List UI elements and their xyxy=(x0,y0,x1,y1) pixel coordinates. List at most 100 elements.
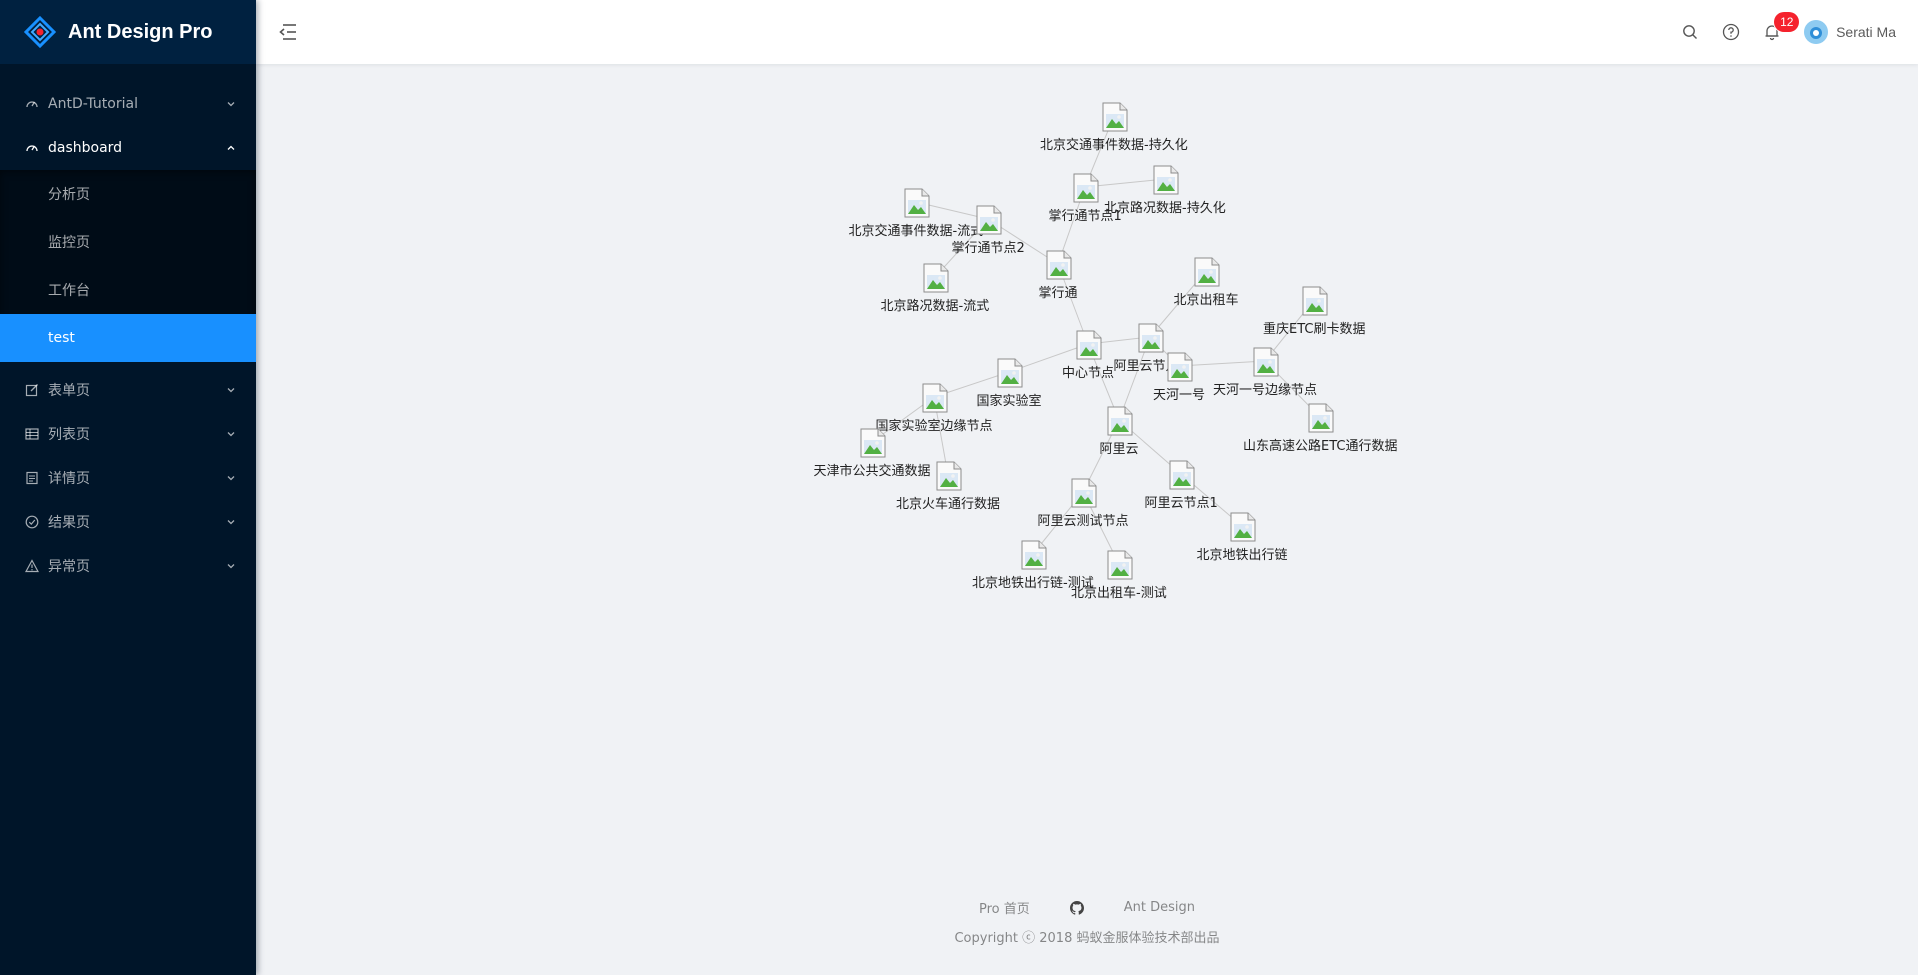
menu-fold-icon xyxy=(279,24,296,40)
chevron-up-icon xyxy=(226,143,236,153)
graph-node-label: 北京出租车-测试 xyxy=(1071,586,1167,601)
broken-image-icon xyxy=(921,383,949,413)
warning-icon xyxy=(24,558,40,574)
broken-image-icon xyxy=(1229,512,1257,542)
sidebar-item-monitor[interactable]: 监控页 xyxy=(0,218,256,266)
topology-graph[interactable]: 北京交通事件数据-持久化 掌行通节点1 北京路况数据-持久化 北京交通事件数据-流式掌… xyxy=(256,64,1918,904)
footer-link-pro-home[interactable]: Pro 首页 xyxy=(979,898,1030,917)
sidebar-item-form[interactable]: 表单页 xyxy=(0,368,256,412)
broken-image-icon xyxy=(935,461,963,491)
chevron-down-icon xyxy=(226,561,236,571)
broken-image-icon xyxy=(1101,102,1129,132)
footer-link-github[interactable] xyxy=(1069,900,1084,915)
broken-image-icon xyxy=(1072,173,1100,203)
broken-image-icon xyxy=(1070,478,1098,508)
sidebar-item-label: 异常页 xyxy=(48,559,90,575)
sidebar-item-label: 列表页 xyxy=(48,427,90,443)
graph-node-label: 掌行通 xyxy=(1038,286,1078,301)
user-menu[interactable]: Serati Ma xyxy=(1792,0,1896,64)
broken-image-icon xyxy=(996,358,1024,388)
broken-image-icon xyxy=(1193,257,1221,287)
sidebar-item-antd-tutorial[interactable]: AntD-Tutorial xyxy=(0,82,256,126)
chevron-down-icon xyxy=(226,385,236,395)
graph-node-label: 北京火车通行数据 xyxy=(896,497,1001,512)
broken-image-icon xyxy=(1020,540,1048,570)
search-button[interactable] xyxy=(1670,0,1710,64)
check-circle-icon xyxy=(24,514,40,530)
footer-link-ant-design[interactable]: Ant Design xyxy=(1124,900,1195,915)
chevron-down-icon xyxy=(226,517,236,527)
form-icon xyxy=(24,382,40,398)
sidebar-item-exception[interactable]: 异常页 xyxy=(0,544,256,588)
avatar xyxy=(1804,20,1829,44)
global-header: 12 Serati Ma xyxy=(256,0,1918,64)
sidebar-item-label: 结果页 xyxy=(48,515,90,531)
sidebar-item-test[interactable]: test xyxy=(0,314,256,362)
chevron-down-icon xyxy=(226,99,236,109)
search-icon xyxy=(1683,25,1698,39)
broken-image-icon xyxy=(859,428,887,458)
sidebar: Ant Design Pro AntD-Tutorial dashboard 分… xyxy=(0,0,256,975)
sidebar-item-label: AntD-Tutorial xyxy=(48,96,138,112)
sidebar-item-list[interactable]: 列表页 xyxy=(0,412,256,456)
broken-image-icon xyxy=(903,188,931,218)
broken-image-icon xyxy=(1137,323,1165,353)
broken-image-icon xyxy=(1075,330,1103,360)
broken-image-icon xyxy=(1166,352,1194,382)
sidebar-item-result[interactable]: 结果页 xyxy=(0,500,256,544)
graph-node-label: 天河一号边缘节点 xyxy=(1213,383,1318,398)
sidebar-item-label: test xyxy=(48,330,75,346)
dashboard-submenu: 分析页 监控页 工作台 test xyxy=(0,170,256,362)
sidebar-item-label: 分析页 xyxy=(48,187,90,203)
help-button[interactable] xyxy=(1710,0,1752,64)
graph-node-label: 阿里云节点1 xyxy=(1144,496,1218,511)
menu-fold-button[interactable] xyxy=(256,0,320,64)
graph-node-label: 阿里云 xyxy=(1099,442,1139,457)
graph-node-label: 北京出租车 xyxy=(1173,293,1239,308)
global-footer: Pro 首页 Ant Design Copyright ⓒ 2018 蚂蚁金服体… xyxy=(256,898,1918,946)
sidebar-item-analysis[interactable]: 分析页 xyxy=(0,170,256,218)
broken-image-icon xyxy=(1301,286,1329,316)
sidebar-item-workplace[interactable]: 工作台 xyxy=(0,266,256,314)
sidebar-item-label: 表单页 xyxy=(48,383,90,399)
footer-links: Pro 首页 Ant Design xyxy=(256,898,1918,917)
broken-image-icon xyxy=(1307,403,1335,433)
app-title: Ant Design Pro xyxy=(68,20,213,43)
graph-node-label: 国家实验室边缘节点 xyxy=(875,419,993,434)
broken-image-icon xyxy=(1045,250,1073,280)
sidebar-item-label: 工作台 xyxy=(48,283,90,299)
broken-image-icon xyxy=(1168,460,1196,490)
graph-node-label: 天津市公共交通数据 xyxy=(813,464,931,479)
ant-design-logo-icon xyxy=(24,16,56,48)
logo[interactable]: Ant Design Pro xyxy=(0,0,256,64)
broken-image-icon xyxy=(1152,165,1180,195)
graph-node-label: 北京交通事件数据-持久化 xyxy=(1040,138,1188,153)
graph-node-label: 北京路况数据-流式 xyxy=(880,299,990,314)
user-name: Serati Ma xyxy=(1836,24,1896,40)
sidebar-item-profile[interactable]: 详情页 xyxy=(0,456,256,500)
graph-node-label: 国家实验室 xyxy=(976,394,1042,409)
broken-image-icon xyxy=(922,263,950,293)
broken-image-icon xyxy=(975,205,1003,235)
table-icon xyxy=(24,426,40,442)
broken-image-icon xyxy=(1106,550,1134,580)
graph-node-label: 天河一号 xyxy=(1153,388,1206,403)
graph-node-label: 山东高速公路ETC通行数据 xyxy=(1243,439,1398,454)
sidebar-item-dashboard[interactable]: dashboard xyxy=(0,126,256,170)
question-circle-icon xyxy=(1722,23,1740,41)
dashboard-icon xyxy=(24,140,40,156)
sidebar-item-label: 监控页 xyxy=(48,235,90,251)
github-icon xyxy=(1069,900,1084,915)
notification-count-badge: 12 xyxy=(1774,12,1800,32)
side-menu: AntD-Tutorial dashboard 分析页 监控页 工作台 test… xyxy=(0,64,256,588)
sidebar-item-label: dashboard xyxy=(48,140,123,156)
graph-node-label: 中心节点 xyxy=(1062,366,1115,381)
graph-node-label: 北京路况数据-持久化 xyxy=(1104,201,1226,216)
chevron-down-icon xyxy=(226,429,236,439)
graph-node-label: 阿里云测试节点 xyxy=(1037,514,1129,529)
graph-node-label: 掌行通节点2 xyxy=(951,241,1025,256)
copyright: Copyright ⓒ 2018 蚂蚁金服体验技术部出品 xyxy=(954,931,1220,946)
profile-icon xyxy=(24,470,40,486)
header-actions: 12 Serati Ma xyxy=(1670,0,1918,64)
notification-button[interactable]: 12 xyxy=(1752,0,1800,64)
